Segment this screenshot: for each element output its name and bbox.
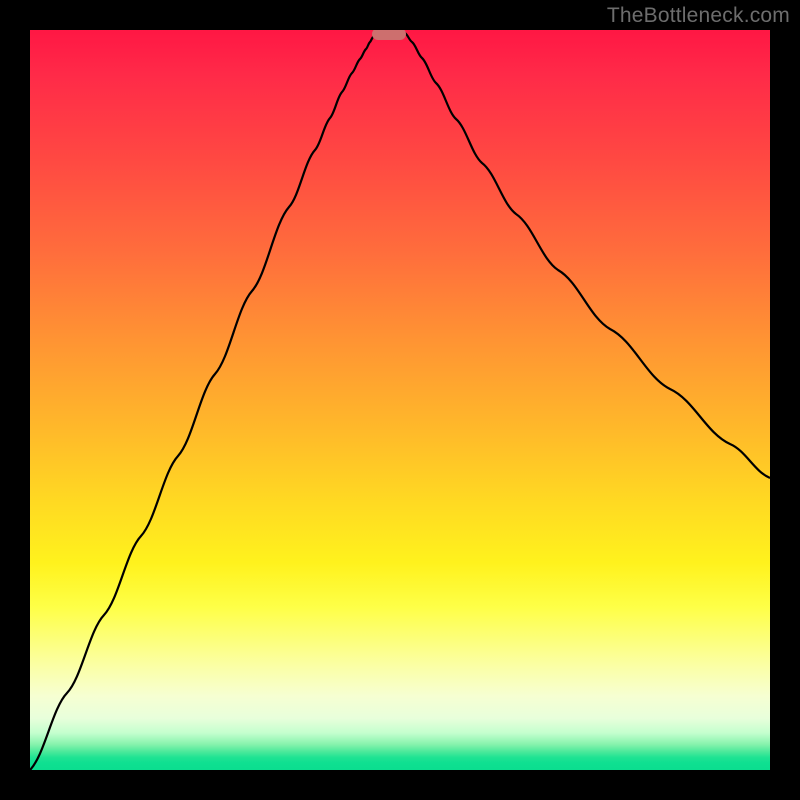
- chart-overlay-svg: [30, 30, 770, 770]
- left-descending-curve: [30, 33, 375, 770]
- right-ascending-curve: [405, 33, 770, 478]
- watermark-text: TheBottleneck.com: [607, 4, 790, 28]
- plot-area: [30, 30, 770, 770]
- marker-pill: [372, 30, 406, 40]
- chart-frame: TheBottleneck.com: [0, 0, 800, 800]
